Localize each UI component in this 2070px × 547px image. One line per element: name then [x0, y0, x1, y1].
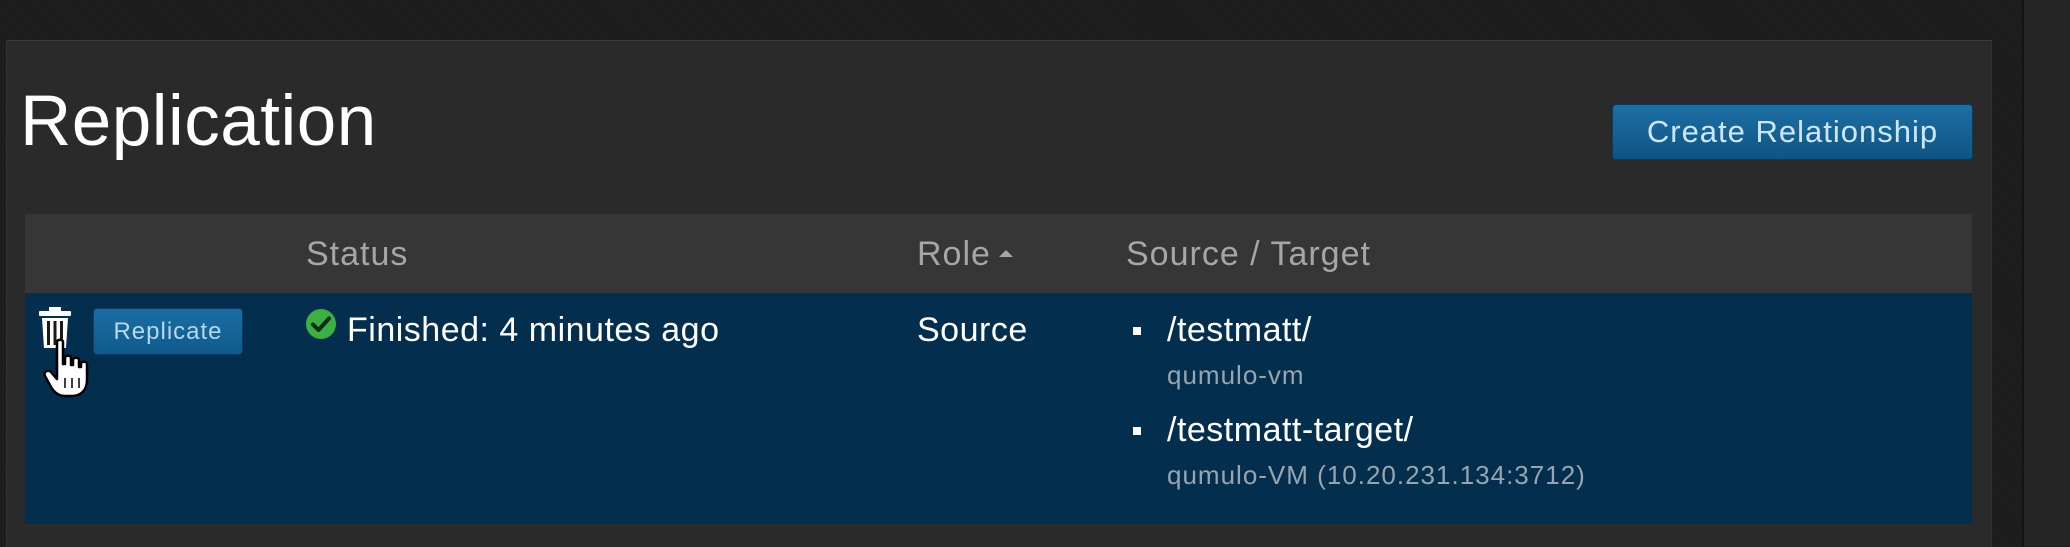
column-header-source-target[interactable]: Source / Target	[1126, 234, 1371, 274]
create-relationship-button[interactable]: Create Relationship	[1612, 104, 1973, 160]
sort-ascending-icon	[998, 249, 1013, 257]
replication-status: Finished: 4 minutes ago	[305, 309, 720, 350]
source-endpoint: /testmatt/ qumulo-vm	[1133, 310, 1586, 390]
column-header-role[interactable]: Role	[917, 234, 1013, 274]
role-value: Source	[917, 311, 1028, 349]
column-header-role-label: Role	[917, 235, 991, 273]
page-title: Replication	[20, 82, 377, 161]
target-host: qumulo-VM (10.20.231.134:3712)	[1167, 460, 1586, 490]
trash-icon[interactable]	[38, 307, 72, 349]
replication-table: Status Role Source / Target Replicate Fi…	[25, 214, 1972, 526]
check-circle-icon	[306, 309, 336, 339]
status-text: Finished: 4 minutes ago	[347, 311, 720, 349]
source-path: /testmatt/	[1167, 311, 1312, 349]
target-endpoint: /testmatt-target/ qumulo-VM (10.20.231.1…	[1133, 410, 1586, 490]
source-target-list: /testmatt/ qumulo-vm /testmatt-target/ q…	[1133, 310, 1586, 510]
replicate-button[interactable]: Replicate	[93, 308, 243, 355]
source-host: qumulo-vm	[1167, 360, 1305, 390]
right-scroll-gutter	[2022, 0, 2070, 546]
target-path: /testmatt-target/	[1167, 411, 1414, 449]
table-row[interactable]: Replicate Finished: 4 minutes ago Source…	[25, 294, 1972, 524]
bullet-icon	[1133, 427, 1141, 435]
bullet-icon	[1133, 327, 1141, 335]
table-header: Status Role Source / Target	[25, 214, 1972, 294]
column-header-status[interactable]: Status	[306, 234, 408, 274]
